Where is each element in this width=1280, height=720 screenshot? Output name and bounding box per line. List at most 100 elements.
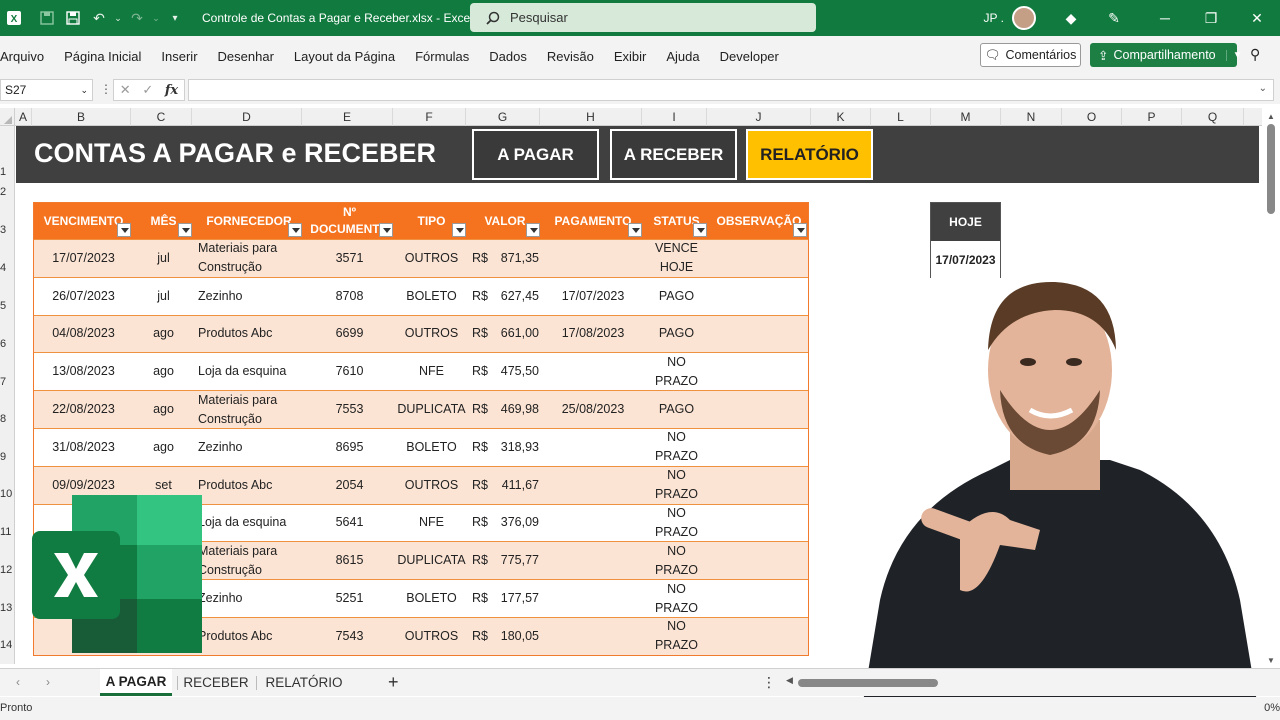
cell-vencimento[interactable]: 26/07/2023: [34, 278, 133, 315]
column-header[interactable]: O: [1062, 108, 1122, 126]
tab-receber[interactable]: RECEBER: [182, 669, 250, 696]
cell-documento[interactable]: 5641: [304, 505, 395, 542]
cell-tipo[interactable]: OUTROS: [395, 467, 468, 504]
cell-observacao[interactable]: [709, 542, 809, 579]
cell-documento[interactable]: 8708: [304, 278, 395, 315]
cell-status[interactable]: PAGO: [644, 391, 709, 428]
cell-status[interactable]: NO PRAZO: [644, 467, 709, 504]
cell-observacao[interactable]: [709, 353, 809, 390]
filter-dropdown-icon[interactable]: [628, 223, 642, 237]
zoom-level[interactable]: 0%: [1264, 702, 1280, 714]
cell-documento[interactable]: 6699: [304, 316, 395, 353]
expand-formula-icon[interactable]: ⌄: [1259, 83, 1267, 94]
cell-pagamento[interactable]: 17/07/2023: [542, 278, 644, 315]
filter-dropdown-icon[interactable]: [793, 223, 807, 237]
cell-valor[interactable]: 376,09: [489, 505, 539, 542]
cell-documento[interactable]: 5251: [304, 580, 395, 617]
cell-fornecedor[interactable]: Produtos Abc: [198, 618, 304, 655]
avatar[interactable]: [1012, 6, 1036, 30]
cell-pagamento[interactable]: [542, 618, 644, 655]
undo-icon[interactable]: ↶: [86, 5, 112, 31]
cell-status[interactable]: NO PRAZO: [644, 429, 709, 466]
column-header[interactable]: A: [15, 108, 32, 126]
scroll-thumb[interactable]: [1267, 124, 1275, 214]
row-header[interactable]: 10: [0, 488, 14, 500]
filter-dropdown-icon[interactable]: [379, 223, 393, 237]
cell-tipo[interactable]: DUPLICATA: [395, 542, 468, 579]
row-header[interactable]: 9: [0, 451, 14, 463]
cell-tipo[interactable]: DUPLICATA: [395, 391, 468, 428]
cell-fornecedor[interactable]: Zezinho: [198, 278, 304, 315]
formula-input[interactable]: ⌄: [188, 79, 1274, 101]
column-header[interactable]: D: [192, 108, 302, 126]
cell-vencimento[interactable]: 31/08/2023: [34, 429, 133, 466]
menu-dados[interactable]: Dados: [479, 49, 537, 64]
share-button[interactable]: ⇪ Compartilhamento ▼: [1090, 43, 1243, 67]
cell-vencimento[interactable]: 22/08/2023: [34, 391, 133, 428]
menu-pagina-inicial[interactable]: Página Inicial: [54, 49, 151, 64]
cell-documento[interactable]: 7610: [304, 353, 395, 390]
cell-status[interactable]: NO PRAZO: [644, 505, 709, 542]
menu-developer[interactable]: Developer: [710, 49, 789, 64]
cell-fornecedor[interactable]: Loja da esquina: [198, 505, 304, 542]
cell-valor[interactable]: 318,93: [489, 429, 539, 466]
row-header[interactable]: 11: [0, 526, 14, 538]
row-header[interactable]: 13: [0, 602, 14, 614]
next-sheet-icon[interactable]: ›: [46, 675, 50, 689]
cell-observacao[interactable]: [709, 391, 809, 428]
cell-valor[interactable]: 775,77: [489, 542, 539, 579]
cell-documento[interactable]: 8615: [304, 542, 395, 579]
row-header[interactable]: 3: [0, 224, 14, 236]
row-header[interactable]: 12: [0, 564, 14, 576]
column-header[interactable]: G: [466, 108, 540, 126]
filter-dropdown-icon[interactable]: [288, 223, 302, 237]
feedback-icon[interactable]: ⚲: [1250, 46, 1260, 63]
menu-formulas[interactable]: Fórmulas: [405, 49, 479, 64]
row-header[interactable]: 14: [0, 639, 14, 651]
chevron-down-icon[interactable]: ⌄: [80, 85, 88, 96]
cell-mes[interactable]: ago: [133, 429, 194, 466]
scroll-up-icon[interactable]: ▲: [1267, 112, 1275, 121]
row-header[interactable]: 5: [0, 300, 14, 312]
cell-tipo[interactable]: BOLETO: [395, 429, 468, 466]
cell-tipo[interactable]: NFE: [395, 353, 468, 390]
cell-pagamento[interactable]: 25/08/2023: [542, 391, 644, 428]
pen-icon[interactable]: ✎: [1086, 0, 1142, 36]
table-row[interactable]: 22/08/2023 ago Materiais para Construção 75…: [34, 390, 808, 428]
cell-observacao[interactable]: [709, 467, 809, 504]
cell-status[interactable]: PAGO: [644, 316, 709, 353]
cancel-icon[interactable]: ✕: [120, 82, 131, 98]
cell-pagamento[interactable]: [542, 353, 644, 390]
column-header[interactable]: I: [642, 108, 707, 126]
table-row[interactable]: 17/07/2023 jul Materiais para Construção 35…: [34, 239, 808, 277]
cell-status[interactable]: PAGO: [644, 278, 709, 315]
cell-mes[interactable]: jul: [133, 240, 194, 277]
cell-observacao[interactable]: [709, 429, 809, 466]
cell-fornecedor[interactable]: Produtos Abc: [198, 316, 304, 353]
menu-exibir[interactable]: Exibir: [604, 49, 657, 64]
cell-vencimento[interactable]: 17/07/2023: [34, 240, 133, 277]
cell-observacao[interactable]: [709, 316, 809, 353]
cell-valor[interactable]: 661,00: [489, 316, 539, 353]
save-icon[interactable]: [60, 5, 86, 31]
cell-status[interactable]: NO PRAZO: [644, 542, 709, 579]
previous-sheet-icon[interactable]: ‹: [16, 675, 20, 689]
cell-tipo[interactable]: OUTROS: [395, 316, 468, 353]
scroll-left-icon[interactable]: ◀: [786, 675, 793, 686]
excel-icon[interactable]: X: [6, 10, 22, 26]
cell-status[interactable]: VENCE HOJE: [644, 240, 709, 277]
search-box[interactable]: Pesquisar: [470, 3, 816, 32]
nav-a-receber-button[interactable]: A RECEBER: [610, 129, 737, 180]
cell-tipo[interactable]: NFE: [395, 505, 468, 542]
user-name[interactable]: JP .: [984, 11, 1004, 25]
cell-fornecedor[interactable]: Zezinho: [198, 429, 304, 466]
row-header[interactable]: 8: [0, 413, 14, 425]
cell-valor[interactable]: 180,05: [489, 618, 539, 655]
minimize-button[interactable]: ─: [1142, 0, 1188, 36]
customize-toolbar-icon[interactable]: ▾: [162, 5, 188, 31]
restore-button[interactable]: ❐: [1188, 0, 1234, 36]
menu-desenhar[interactable]: Desenhar: [208, 49, 284, 64]
cell-pagamento[interactable]: 17/08/2023: [542, 316, 644, 353]
cell-valor[interactable]: 411,67: [489, 467, 539, 504]
undo-dropdown-icon[interactable]: ⌄: [112, 5, 124, 31]
